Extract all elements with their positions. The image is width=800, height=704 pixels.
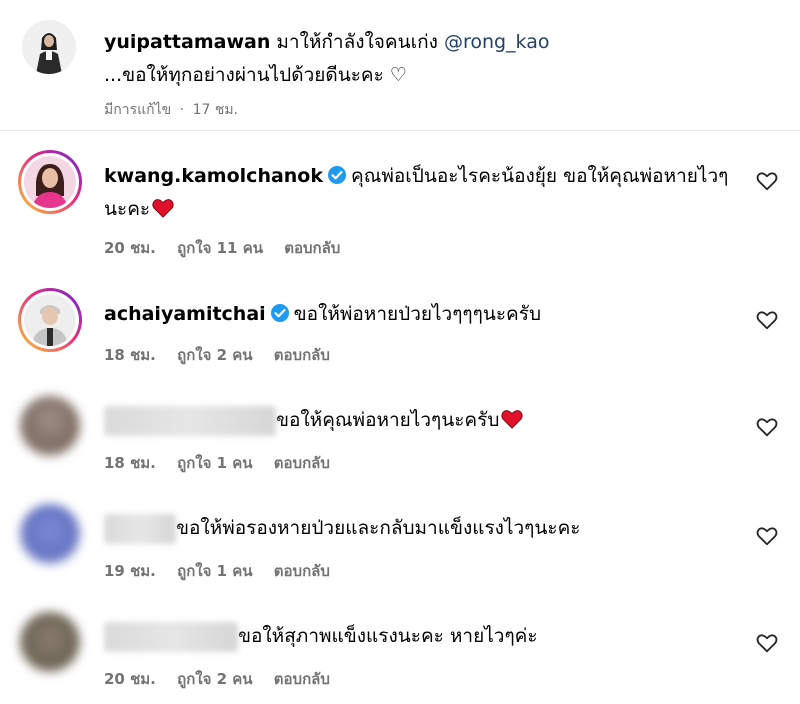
post-meta: มีการแก้ไข · 17 ชม.	[104, 99, 254, 121]
comment-text: ขอให้คุณพ่อหายไวๆนะครับ	[104, 404, 744, 437]
edited-label: มีการแก้ไข	[104, 102, 172, 118]
avatar[interactable]	[20, 396, 80, 456]
blurred-username[interactable]	[104, 621, 238, 652]
original-post: yuipattamawan มาให้กำลังใจคนเก่ง @rong_k…	[0, 0, 800, 120]
comment-text: ขอให้พ่อรองหายป่วยและกลับมาแข็งแรงไวๆนะค…	[104, 512, 744, 545]
reply-button[interactable]: ตอบกลับ	[274, 454, 330, 472]
comment-meta: 20 ชม. ถูกใจ 2 คน ตอบกลับ	[104, 667, 346, 691]
comment-time: 20 ชม.	[104, 239, 156, 257]
comment-meta: 19 ชม. ถูกใจ 1 คน ตอบกลับ	[104, 559, 346, 583]
verified-badge-icon	[328, 166, 347, 184]
comment-body: ขอให้พ่อรองหายป่วยและกลับมาแข็งแรงไวๆนะค…	[176, 517, 581, 539]
comment-item: achaiyamitchai ขอให้พ่อหายป่วยไวๆๆๆนะครับ…	[0, 288, 800, 368]
heart-outline-icon[interactable]	[756, 170, 778, 192]
verified-badge-icon	[270, 304, 289, 322]
comment-meta: 18 ชม. ถูกใจ 2 คน ตอบกลับ	[104, 343, 346, 367]
comment-item: ขอให้สุภาพแข็งแรงนะคะ หายไวๆค่ะ 20 ชม. ถ…	[0, 612, 800, 692]
comment-meta: 18 ชม. ถูกใจ 1 คน ตอบกลับ	[104, 451, 346, 475]
avatar[interactable]	[20, 612, 80, 672]
heart-outline-icon[interactable]	[756, 632, 778, 654]
reply-button[interactable]: ตอบกลับ	[284, 239, 340, 257]
heart-outline-icon[interactable]	[756, 309, 778, 331]
reply-button[interactable]: ตอบกลับ	[274, 670, 330, 688]
likes-count[interactable]: ถูกใจ 1 คน	[177, 454, 252, 472]
blurred-username[interactable]	[104, 405, 276, 436]
mention-link[interactable]: @rong_kao	[444, 31, 550, 53]
likes-count[interactable]: ถูกใจ 1 คน	[177, 562, 252, 580]
comment-time: 18 ชม.	[104, 346, 156, 364]
comment-text: kwang.kamolchanok คุณพ่อเป็นอะไรคะน้องยุ้…	[104, 160, 744, 226]
comment-body: ขอให้สุภาพแข็งแรงนะคะ หายไวๆค่ะ	[238, 625, 538, 647]
comment-item: ขอให้คุณพ่อหายไวๆนะครับ 18 ชม. ถูกใจ 1 ค…	[0, 396, 800, 476]
comment-username[interactable]: achaiyamitchai	[104, 303, 266, 325]
user-avatar-icon	[24, 156, 76, 208]
blurred-username[interactable]	[104, 513, 176, 544]
comment-time: 19 ชม.	[104, 562, 156, 580]
heart-outline-icon[interactable]	[756, 416, 778, 438]
comment-time: 18 ชม.	[104, 454, 156, 472]
post-text: มาให้กำลังใจคนเก่ง	[276, 31, 438, 53]
avatar[interactable]	[20, 504, 80, 564]
avatar[interactable]	[18, 150, 82, 214]
red-heart-emoji-icon	[152, 199, 174, 218]
user-avatar-icon	[22, 20, 76, 74]
reply-button[interactable]: ตอบกลับ	[274, 562, 330, 580]
comment-text: achaiyamitchai ขอให้พ่อหายป่วยไวๆๆๆนะครับ	[104, 298, 744, 331]
avatar[interactable]	[22, 20, 76, 74]
post-text-continued: ...ขอให้ทุกอย่างผ่านไปด้วยดีนะคะ ♡	[104, 64, 407, 86]
post-username[interactable]: yuipattamawan	[104, 31, 270, 53]
reply-button[interactable]: ตอบกลับ	[274, 346, 330, 364]
comment-item: ขอให้พ่อรองหายป่วยและกลับมาแข็งแรงไวๆนะค…	[0, 504, 800, 584]
divider	[0, 130, 800, 131]
avatar[interactable]	[18, 288, 82, 352]
red-heart-emoji-icon	[501, 410, 524, 429]
post-time: 17 ชม.	[192, 102, 239, 118]
likes-count[interactable]: ถูกใจ 2 คน	[177, 346, 252, 364]
heart-outline-icon[interactable]	[756, 525, 778, 547]
comment-meta: 20 ชม. ถูกใจ 11 คน ตอบกลับ	[104, 236, 356, 260]
likes-count[interactable]: ถูกใจ 11 คน	[177, 239, 263, 257]
comment-item: kwang.kamolchanok คุณพ่อเป็นอะไรคะน้องยุ้…	[0, 150, 800, 260]
user-avatar-icon	[24, 294, 76, 346]
comment-time: 20 ชม.	[104, 670, 156, 688]
comment-body: ขอให้พ่อหายป่วยไวๆๆๆนะครับ	[293, 303, 542, 325]
likes-count[interactable]: ถูกใจ 2 คน	[177, 670, 252, 688]
comment-username[interactable]: kwang.kamolchanok	[104, 165, 323, 187]
comment-text: ขอให้สุภาพแข็งแรงนะคะ หายไวๆค่ะ	[104, 620, 744, 653]
post-caption: yuipattamawan มาให้กำลังใจคนเก่ง @rong_k…	[104, 26, 724, 92]
comment-body: ขอให้คุณพ่อหายไวๆนะครับ	[276, 409, 500, 431]
meta-separator: ·	[179, 102, 185, 118]
